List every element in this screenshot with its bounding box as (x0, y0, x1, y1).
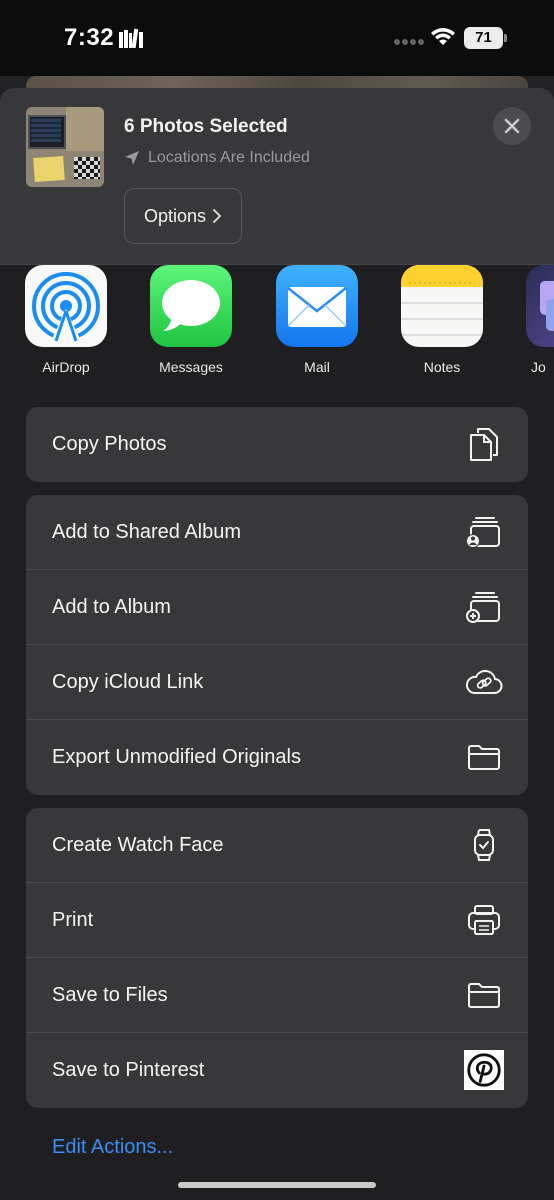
app-row: AirDrop Messages Mail Notes Jo (0, 265, 554, 395)
action-label: Create Watch Face (52, 834, 224, 856)
messages-icon (150, 265, 232, 347)
action-label: Print (52, 909, 94, 931)
mail-icon (276, 265, 358, 347)
action-add-shared-album[interactable]: Add to Shared Album (26, 495, 528, 570)
icloud-link-icon (464, 662, 504, 702)
location-text: Locations Are Included (148, 149, 310, 166)
location-info: Locations Are Included (124, 149, 310, 167)
airdrop-icon (25, 265, 107, 347)
cellular-dots-icon (394, 39, 424, 45)
action-label: Copy iCloud Link (52, 671, 204, 693)
app-label-airdrop: AirDrop (42, 359, 90, 375)
options-label: Options (143, 205, 207, 226)
printer-icon (464, 900, 504, 940)
action-add-to-album[interactable]: Add to Album (26, 570, 528, 645)
folder-icon (464, 975, 504, 1015)
options-button[interactable]: Options (124, 188, 242, 244)
action-label: Save to Pinterest (52, 1059, 205, 1081)
action-group-albums: Add to Shared Album Add to Album Copy iC… (26, 495, 528, 795)
notes-icon (401, 265, 483, 347)
status-bar: 7:32 71 (0, 0, 554, 76)
action-label: Export Unmodified Originals (52, 746, 301, 768)
action-label: Copy Photos (52, 433, 167, 455)
folder-icon (464, 737, 504, 777)
close-icon (504, 118, 520, 134)
share-sheet: 6 Photos Selected Locations Are Included… (0, 88, 554, 1200)
action-label: Save to Files (52, 984, 168, 1006)
app-icon (526, 265, 554, 347)
close-button[interactable] (493, 107, 531, 145)
battery-indicator: 71 (464, 27, 508, 49)
status-time: 7:32 (64, 24, 115, 51)
location-arrow-icon (125, 151, 139, 165)
app-label-messages: Messages (159, 359, 223, 375)
action-export-originals[interactable]: Export Unmodified Originals (26, 720, 528, 795)
action-copy-photos[interactable]: Copy Photos (26, 407, 528, 482)
books-icon (119, 28, 143, 48)
action-group-copy: Copy Photos (26, 407, 528, 482)
app-label-mail: Mail (304, 359, 330, 375)
wifi-icon (431, 28, 455, 45)
photo-thumbnail (26, 107, 104, 187)
app-label-notes: Notes (423, 359, 461, 375)
pinterest-icon (464, 1050, 504, 1090)
shared-album-icon (464, 512, 504, 552)
chevron-right-icon (213, 209, 222, 223)
add-album-icon (464, 587, 504, 627)
home-indicator[interactable] (178, 1182, 376, 1188)
action-print[interactable]: Print (26, 883, 528, 958)
action-copy-icloud-link[interactable]: Copy iCloud Link (26, 645, 528, 720)
edit-actions-link[interactable]: Edit Actions... (52, 1136, 173, 1159)
action-save-to-pinterest[interactable]: Save to Pinterest (26, 1033, 528, 1108)
share-header: 6 Photos Selected Locations Are Included… (0, 88, 554, 265)
watch-icon (464, 825, 504, 865)
action-label: Add to Album (52, 596, 171, 618)
action-create-watch-face[interactable]: Create Watch Face (26, 808, 528, 883)
action-save-to-files[interactable]: Save to Files (26, 958, 528, 1033)
battery-level: 71 (464, 27, 503, 49)
action-group-other: Create Watch Face Print Save to Files Sa… (26, 808, 528, 1108)
app-label-journal: Jo (531, 359, 546, 375)
copy-icon (464, 424, 504, 464)
share-title: 6 Photos Selected (124, 116, 288, 137)
action-label: Add to Shared Album (52, 521, 242, 543)
